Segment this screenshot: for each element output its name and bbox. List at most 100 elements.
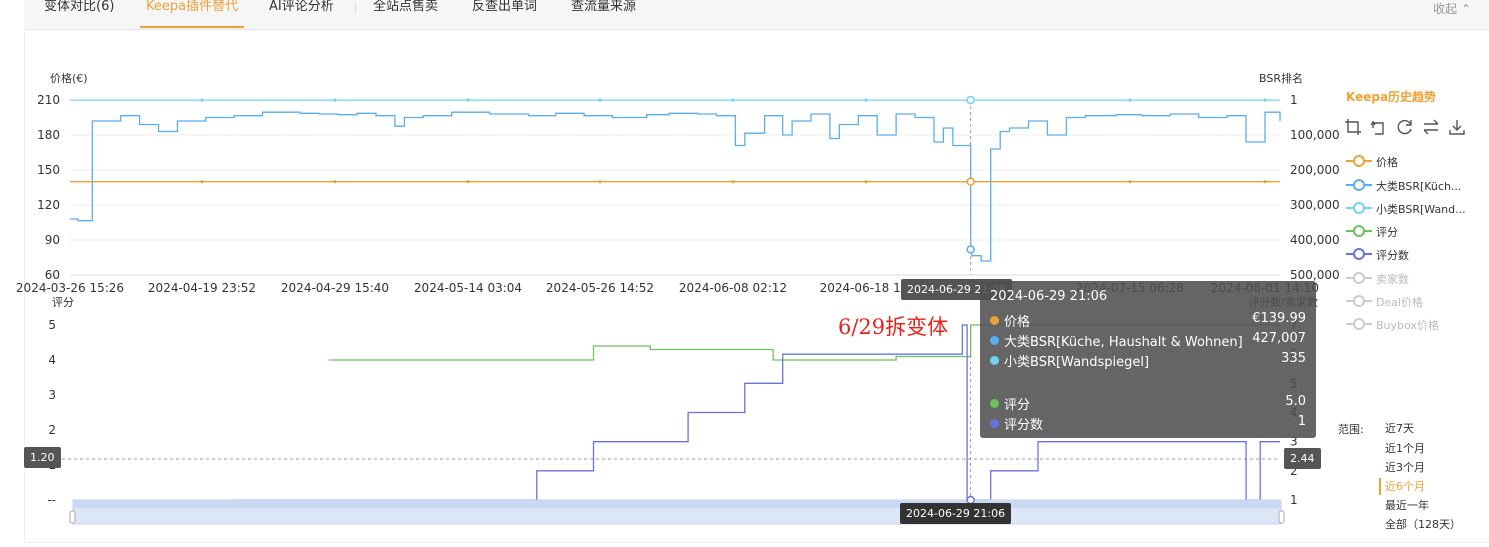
tooltip-row-name: 价格 bbox=[1004, 315, 1031, 330]
y-tick-label-left: 60 bbox=[45, 268, 60, 282]
tooltip-title: 2024-06-29 21:06 bbox=[990, 289, 1108, 304]
legend-marker bbox=[1346, 225, 1372, 237]
crop-icon[interactable] bbox=[1344, 118, 1362, 136]
series-dot bbox=[990, 399, 999, 408]
legend-label: Buybox价格 bbox=[1376, 319, 1439, 332]
legend-marker bbox=[1346, 248, 1372, 260]
legend-label: 大类BSR[Küch... bbox=[1376, 180, 1462, 193]
range-active-indicator bbox=[1379, 478, 1381, 495]
sub-bsr-point bbox=[864, 98, 868, 102]
legend-title: Keepa历史趋势 bbox=[1346, 90, 1437, 104]
sub-bsr-point bbox=[333, 98, 337, 102]
series-dot bbox=[990, 336, 999, 345]
x-tick-label: 2024-05-14 03:04 bbox=[414, 281, 522, 295]
zoom-slider-preview bbox=[73, 500, 1281, 508]
pointer-marker-main-bsr bbox=[966, 245, 975, 254]
annotation-text: 6/29拆变体 bbox=[838, 315, 949, 339]
y-tick-label-right: 400,000 bbox=[1290, 233, 1340, 247]
range-option-7d[interactable]: 近7天 bbox=[1385, 420, 1414, 436]
y-axis-title-right: BSR排名 bbox=[1259, 71, 1303, 85]
tooltip-row-rating: 评分 5.0 bbox=[990, 394, 1306, 413]
tooltip: 2024-06-29 21:06 价格 €139.99 大类BSR[Küche, … bbox=[980, 281, 1316, 438]
tooltip-row-value: 1 bbox=[1297, 414, 1306, 429]
range-option-1y[interactable]: 最近一年 bbox=[1385, 497, 1429, 513]
legend-label: 评分 bbox=[1376, 226, 1398, 239]
y-tick-label-left: 120 bbox=[37, 198, 60, 212]
price-point bbox=[598, 180, 602, 184]
price-point bbox=[333, 180, 337, 184]
legend-label: 价格 bbox=[1376, 156, 1398, 169]
tooltip-row-review-count: 评分数 1 bbox=[990, 414, 1306, 433]
download-icon[interactable] bbox=[1448, 118, 1466, 136]
legend-marker bbox=[1346, 202, 1372, 214]
legend-marker bbox=[1346, 179, 1372, 191]
legend-marker bbox=[1346, 295, 1372, 307]
sub-bsr-point bbox=[466, 98, 470, 102]
zoom-handle-right bbox=[1278, 510, 1285, 524]
y-tick-label-right: 500,000 bbox=[1290, 268, 1340, 282]
keepa-chart[interactable]: 价格(€) BSR排名 210 180 150 120 90 60 1 100,000 200,00… bbox=[0, 0, 1489, 547]
range-option-3m[interactable]: 近3个月 bbox=[1385, 459, 1425, 475]
series-dot bbox=[990, 419, 999, 428]
x-tick-label: 2024-03-26 15:26 bbox=[16, 281, 124, 295]
tooltip-row-price: 价格 €139.99 bbox=[990, 311, 1306, 330]
price-point bbox=[1128, 180, 1132, 184]
sub-bsr-point bbox=[200, 98, 204, 102]
y-tick-label-right: 200,000 bbox=[1290, 163, 1340, 177]
tooltip-row-value: 335 bbox=[1281, 351, 1306, 366]
sub-bsr-point bbox=[731, 98, 735, 102]
legend-label: Deal价格 bbox=[1376, 296, 1424, 309]
y-tick-label-left-bottom: 2 bbox=[48, 423, 56, 437]
range-option-6m[interactable]: 近6个月 bbox=[1385, 478, 1425, 494]
x-tick-label: 2024-05-26 14:52 bbox=[546, 281, 654, 295]
series-dot bbox=[990, 316, 999, 325]
y-axis-title-left: 价格(€) bbox=[50, 71, 88, 85]
x-tick-label: 2024-06-08 02:12 bbox=[679, 281, 787, 295]
undo-icon[interactable] bbox=[1370, 118, 1388, 136]
refresh-icon[interactable] bbox=[1396, 118, 1414, 136]
price-point bbox=[466, 180, 470, 184]
y-tick-label-left: 180 bbox=[37, 128, 60, 142]
tooltip-row-value: 427,007 bbox=[1252, 331, 1306, 346]
zoom-handle-left bbox=[69, 510, 76, 524]
pointer-marker-sub-bsr bbox=[966, 95, 975, 105]
legend-label: 卖家数 bbox=[1376, 273, 1409, 286]
tooltip-row-name: 小类BSR[Wandspiegel] bbox=[1004, 355, 1150, 370]
swap-icon[interactable] bbox=[1422, 118, 1440, 136]
legend-label: 评分数 bbox=[1376, 249, 1409, 262]
price-point bbox=[200, 180, 204, 184]
y-tick-label-right-bottom: 1 bbox=[1290, 493, 1298, 507]
y-tick-label-left-bottom: 4 bbox=[48, 353, 56, 367]
y-tick-label-left-bottom: -- bbox=[47, 493, 56, 507]
legend-marker bbox=[1346, 318, 1372, 330]
toolbox bbox=[1344, 118, 1474, 136]
series-dot bbox=[990, 356, 999, 365]
sub-bsr-point bbox=[1128, 98, 1132, 102]
pointer-marker-price bbox=[966, 177, 975, 186]
x-tick-label: 2024-04-29 15:40 bbox=[281, 281, 389, 295]
tooltip-row-name: 评分 bbox=[1004, 398, 1031, 413]
pointer-right-value: 2.44 bbox=[1284, 448, 1321, 469]
y-tick-label-right: 1 bbox=[1290, 93, 1298, 107]
y-tick-label-left: 210 bbox=[37, 93, 60, 107]
sub-bsr-point bbox=[1263, 98, 1267, 102]
tooltip-row-sub-bsr: 小类BSR[Wandspiegel] 335 bbox=[990, 351, 1306, 370]
range-option-all[interactable]: 全部（128天） bbox=[1385, 516, 1461, 532]
y-tick-label-right: 300,000 bbox=[1290, 198, 1340, 212]
y-tick-label-left: 150 bbox=[37, 163, 60, 177]
price-point bbox=[1263, 180, 1267, 184]
y-tick-label-left-bottom: 5 bbox=[48, 318, 56, 332]
price-point bbox=[731, 180, 735, 184]
legend-marker bbox=[1346, 272, 1372, 284]
y-tick-label-left-bottom: 3 bbox=[48, 388, 56, 402]
range-option-1m[interactable]: 近1个月 bbox=[1385, 440, 1425, 456]
tooltip-row-main-bsr: 大类BSR[Küche, Haushalt & Wohnen] 427,007 bbox=[990, 331, 1306, 350]
range-label: 范围: bbox=[1338, 423, 1364, 436]
y-tick-label-right: 100,000 bbox=[1290, 128, 1340, 142]
x-tick-label: 2024-06-18 17: bbox=[820, 281, 913, 295]
tooltip-row-name: 大类BSR[Küche, Haushalt & Wohnen] bbox=[1004, 335, 1243, 350]
y-axis-title-left-bottom: 评分 bbox=[52, 296, 74, 309]
tooltip-row-value: €139.99 bbox=[1252, 311, 1306, 326]
tooltip-row-name: 评分数 bbox=[1004, 418, 1044, 433]
legend-marker bbox=[1346, 155, 1372, 167]
